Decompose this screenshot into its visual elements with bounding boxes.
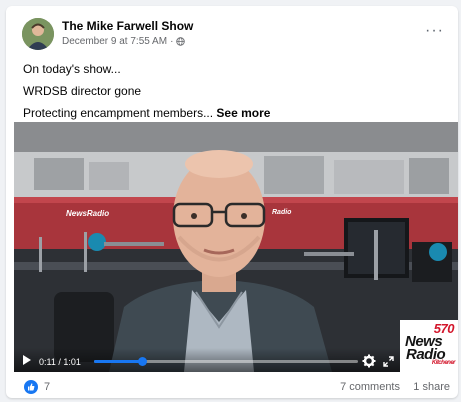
post-meta: December 9 at 7:55 AM · [62, 36, 186, 47]
more-horizontal-icon[interactable]: ··· [425, 23, 444, 39]
author-name[interactable]: The Mike Farwell Show [62, 19, 193, 33]
progress-fill [94, 360, 142, 363]
meta-separator: · [170, 36, 174, 47]
video-time: 0:11 / 1:01 [39, 357, 81, 367]
shares-count[interactable]: 1 share [413, 381, 450, 393]
see-more-link[interactable]: See more [216, 106, 270, 120]
post-line-3: Protecting encampment members... See mor… [23, 106, 446, 120]
thumbs-up-icon [28, 383, 35, 391]
post-footer: 7 7 comments 1 share [14, 378, 450, 398]
post-line-2: WRDSB director gone [23, 84, 142, 98]
post-line-3-text: Protecting encampment members... [23, 106, 214, 120]
post-line-1: On today's show... [23, 62, 121, 76]
progress-knob[interactable] [137, 357, 147, 366]
avatar-image [22, 18, 54, 50]
post-header: The Mike Farwell Show December 9 at 7:55… [22, 18, 446, 54]
progress-bar[interactable] [94, 357, 358, 366]
like-reaction-icon[interactable] [24, 380, 38, 394]
watermark-city: Kitchener [431, 360, 456, 366]
post-text: On today's show... WRDSB director gone P… [23, 62, 446, 128]
post-card: The Mike Farwell Show December 9 at 7:55… [6, 6, 458, 398]
globe-icon [176, 37, 186, 46]
avatar[interactable] [22, 18, 54, 50]
video-frame: NewsRadio Radio [14, 122, 458, 372]
fullscreen-icon[interactable] [383, 356, 394, 367]
gear-icon[interactable] [362, 354, 376, 368]
play-icon[interactable] [23, 355, 31, 365]
wall-sign-right: Radio [272, 209, 292, 216]
comments-count[interactable]: 7 comments [340, 381, 400, 393]
video-controls: 0:11 / 1:01 [14, 348, 458, 372]
video-player[interactable]: NewsRadio Radio 0:11 / 1:01 570 News Rad… [14, 122, 458, 372]
like-count[interactable]: 7 [44, 381, 50, 393]
wall-sign-left: NewsRadio [66, 209, 109, 218]
post-date[interactable]: December 9 at 7:55 AM [62, 36, 167, 47]
station-watermark: 570 News Radio Kitchener [400, 320, 458, 372]
